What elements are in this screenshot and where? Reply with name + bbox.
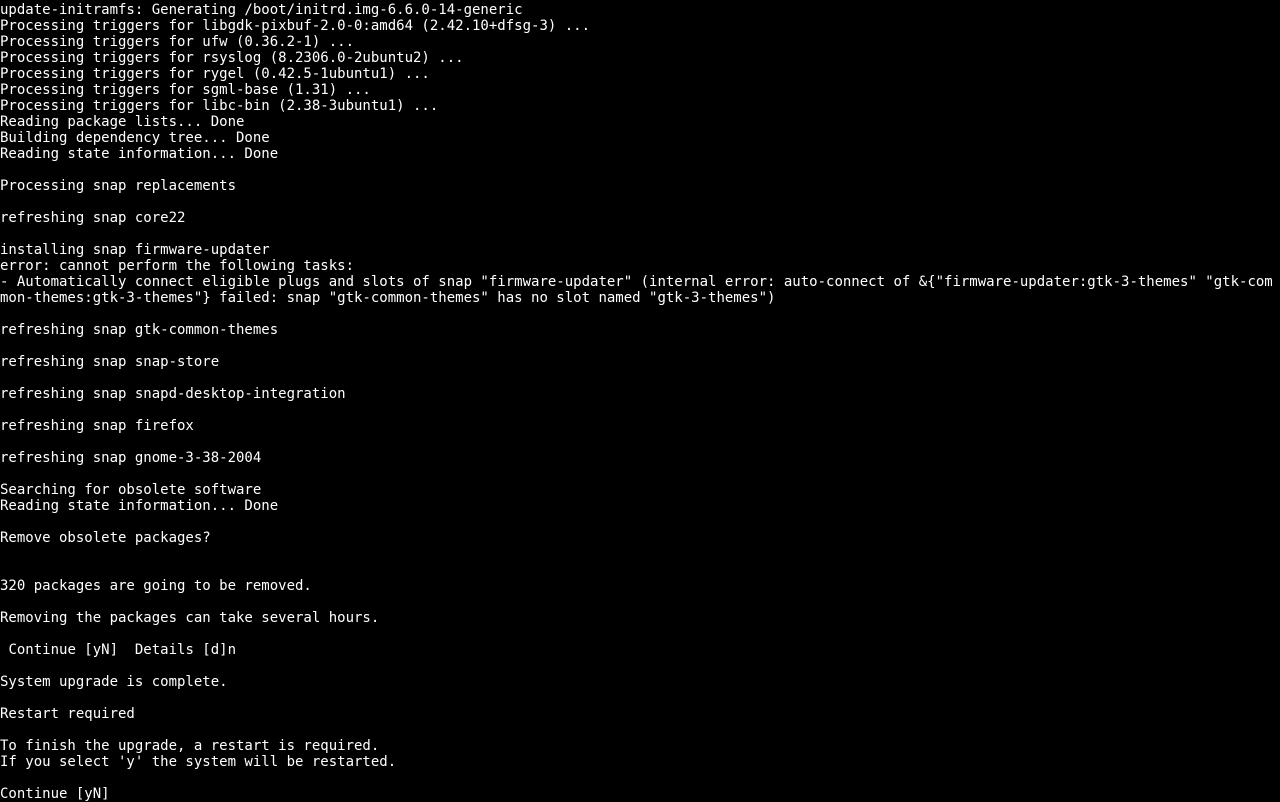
terminal-line: Reading state information... Done bbox=[0, 146, 1280, 162]
terminal-line: error: cannot perform the following task… bbox=[0, 258, 1280, 274]
terminal-line bbox=[0, 626, 1280, 642]
terminal-line bbox=[0, 690, 1280, 706]
terminal-line: System upgrade is complete. bbox=[0, 674, 1280, 690]
terminal-line: Processing triggers for libgdk-pixbuf-2.… bbox=[0, 18, 1280, 34]
terminal-line: installing snap firmware-updater bbox=[0, 242, 1280, 258]
terminal-line: Reading package lists... Done bbox=[0, 114, 1280, 130]
terminal-line bbox=[0, 562, 1280, 578]
terminal-line: Searching for obsolete software bbox=[0, 482, 1280, 498]
terminal-line: Processing triggers for sgml-base (1.31)… bbox=[0, 82, 1280, 98]
terminal-line: To finish the upgrade, a restart is requ… bbox=[0, 738, 1280, 754]
terminal-line bbox=[0, 306, 1280, 322]
terminal-line: refreshing snap gnome-3-38-2004 bbox=[0, 450, 1280, 466]
terminal-line bbox=[0, 402, 1280, 418]
terminal-line: refreshing snap snapd-desktop-integratio… bbox=[0, 386, 1280, 402]
terminal-output[interactable]: update-initramfs: Generating /boot/initr… bbox=[0, 2, 1280, 802]
terminal-line: Processing triggers for rsyslog (8.2306.… bbox=[0, 50, 1280, 66]
terminal-line bbox=[0, 194, 1280, 210]
terminal-line bbox=[0, 770, 1280, 786]
terminal-line: Remove obsolete packages? bbox=[0, 530, 1280, 546]
terminal-line: Processing triggers for libc-bin (2.38-3… bbox=[0, 98, 1280, 114]
terminal-line: Processing triggers for ufw (0.36.2-1) .… bbox=[0, 34, 1280, 50]
terminal-line: Restart required bbox=[0, 706, 1280, 722]
terminal-line: Reading state information... Done bbox=[0, 498, 1280, 514]
terminal-line bbox=[0, 594, 1280, 610]
terminal-line: refreshing snap core22 bbox=[0, 210, 1280, 226]
terminal-line: 320 packages are going to be removed. bbox=[0, 578, 1280, 594]
terminal-line: refreshing snap snap-store bbox=[0, 354, 1280, 370]
terminal-line bbox=[0, 370, 1280, 386]
terminal-line: Building dependency tree... Done bbox=[0, 130, 1280, 146]
terminal-line: Continue [yN] Details [d]n bbox=[0, 642, 1280, 658]
terminal-line bbox=[0, 338, 1280, 354]
terminal-line bbox=[0, 514, 1280, 530]
terminal-line: Processing snap replacements bbox=[0, 178, 1280, 194]
terminal-line: Removing the packages can take several h… bbox=[0, 610, 1280, 626]
terminal-line: refreshing snap gtk-common-themes bbox=[0, 322, 1280, 338]
terminal-line bbox=[0, 722, 1280, 738]
terminal-line bbox=[0, 434, 1280, 450]
terminal-line: refreshing snap firefox bbox=[0, 418, 1280, 434]
terminal-line: - Automatically connect eligible plugs a… bbox=[0, 274, 1280, 306]
terminal-line: If you select 'y' the system will be res… bbox=[0, 754, 1280, 770]
terminal-line: Processing triggers for rygel (0.42.5-1u… bbox=[0, 66, 1280, 82]
terminal-line bbox=[0, 658, 1280, 674]
terminal-line bbox=[0, 162, 1280, 178]
terminal-line bbox=[0, 466, 1280, 482]
terminal-line bbox=[0, 546, 1280, 562]
terminal-line bbox=[0, 226, 1280, 242]
terminal-line: update-initramfs: Generating /boot/initr… bbox=[0, 2, 1280, 18]
